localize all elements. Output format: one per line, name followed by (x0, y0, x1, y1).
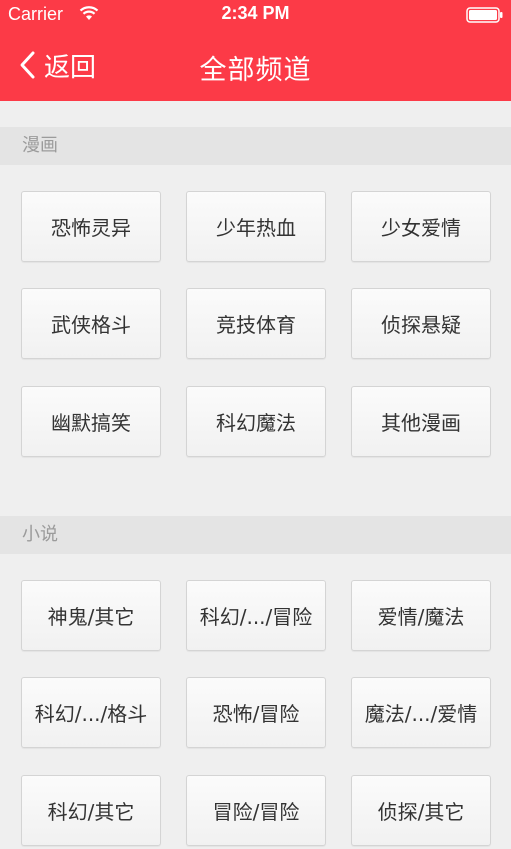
channel-button[interactable]: 科幻魔法 (186, 386, 326, 457)
status-time: 2:34 PM (221, 3, 290, 23)
channel-button[interactable]: 科幻/.../格斗 (21, 677, 161, 748)
app-header: Carrier 2:34 PM 返回 全部频道 (0, 0, 511, 101)
channel-button[interactable]: 侦探悬疑 (351, 288, 491, 359)
channel-button[interactable]: 幽默搞笑 (21, 386, 161, 457)
channel-button[interactable]: 侦探/其它 (351, 775, 491, 846)
channel-button[interactable]: 恐怖灵异 (21, 191, 161, 262)
channel-button[interactable]: 科幻/.../冒险 (186, 580, 326, 651)
channel-button[interactable]: 少年热血 (186, 191, 326, 262)
channel-button[interactable]: 魔法/.../爱情 (351, 677, 491, 748)
channel-button[interactable]: 恐怖/冒险 (186, 677, 326, 748)
channel-button[interactable]: 少女爱情 (351, 191, 491, 262)
channel-button[interactable]: 神鬼/其它 (21, 580, 161, 651)
channel-button[interactable]: 竞技体育 (186, 288, 326, 359)
nav-bar: 返回 全部频道 (0, 30, 511, 101)
channel-button[interactable]: 武侠格斗 (21, 288, 161, 359)
channel-button[interactable]: 其他漫画 (351, 386, 491, 457)
channel-button[interactable]: 科幻/其它 (21, 775, 161, 846)
section-header-comics: 漫画 (0, 127, 511, 165)
channel-button[interactable]: 冒险/冒险 (186, 775, 326, 846)
status-bar: Carrier 2:34 PM (0, 0, 511, 30)
section-header-novels: 小说 (0, 516, 511, 554)
battery-icon (466, 7, 503, 23)
channel-button[interactable]: 爱情/魔法 (351, 580, 491, 651)
page-title: 全部频道 (199, 55, 312, 86)
